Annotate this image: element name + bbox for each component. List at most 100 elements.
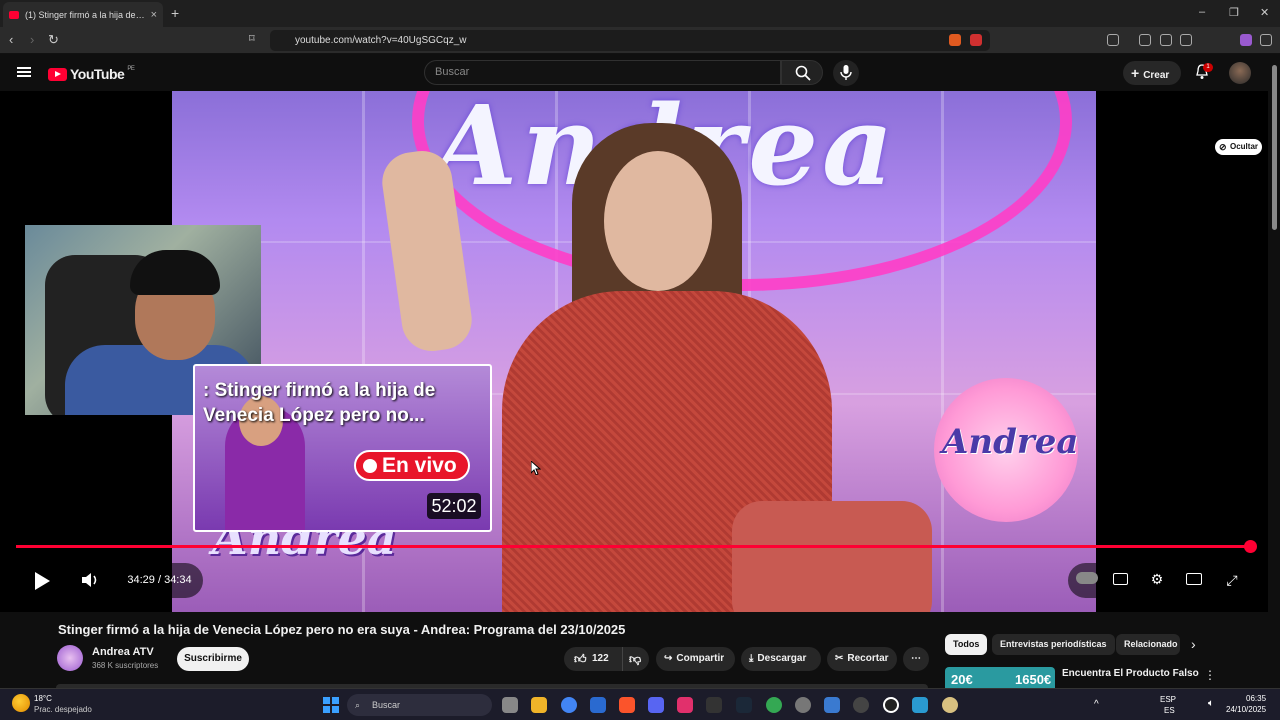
- user-avatar[interactable]: [1229, 62, 1251, 84]
- recommendation-title[interactable]: Encuentra El Producto Falso: [1062, 668, 1199, 679]
- brave-icon[interactable]: [619, 697, 635, 713]
- rewards-icon[interactable]: [970, 34, 982, 46]
- steam-icon[interactable]: [736, 697, 752, 713]
- like-count: 122: [592, 653, 609, 664]
- clip-button[interactable]: ✂ Recortar: [827, 647, 897, 671]
- autoplay-toggle-icon[interactable]: [1076, 572, 1098, 584]
- photos-icon[interactable]: [912, 697, 928, 713]
- volume-tray-icon[interactable]: 🔈︎: [1208, 698, 1214, 709]
- scrollbar-thumb[interactable]: [1272, 65, 1277, 230]
- new-tab-button[interactable]: +: [171, 5, 179, 21]
- download-button[interactable]: ⤓ Descargar: [741, 647, 821, 671]
- live-badge: En vivo: [354, 450, 470, 481]
- back-icon[interactable]: ‹: [9, 32, 13, 47]
- circle-logo-text: Andrea: [942, 422, 1079, 462]
- youtube-play-icon: [48, 67, 67, 81]
- hide-button[interactable]: Ocultar: [1215, 139, 1262, 155]
- extension-icon[interactable]: [1240, 34, 1252, 46]
- bookmark-icon[interactable]: ⌑: [249, 32, 255, 45]
- chip-all[interactable]: Todos: [945, 634, 988, 655]
- search-placeholder: Buscar: [435, 66, 470, 78]
- address-bar[interactable]: youtube.com/watch?v=40UgSGCqz_w: [270, 30, 990, 51]
- play-button[interactable]: [21, 561, 61, 601]
- create-label: Crear: [1143, 70, 1170, 81]
- tab-close-icon[interactable]: ×: [151, 9, 157, 21]
- language-code[interactable]: ESP: [1160, 695, 1176, 704]
- weather-icon[interactable]: [12, 694, 30, 712]
- capcut-icon[interactable]: [706, 697, 722, 713]
- video-frame[interactable]: Andrea Andrea Andrea: [172, 91, 1096, 612]
- youtube-favicon-icon: [9, 10, 19, 19]
- discord-icon[interactable]: [648, 697, 664, 713]
- chips-next-icon[interactable]: ›: [1191, 636, 1196, 652]
- panel-icon[interactable]: [1160, 34, 1172, 46]
- subtitles-icon[interactable]: [1113, 573, 1128, 585]
- theater-mode-icon[interactable]: [1186, 573, 1202, 585]
- rec-price-1: 20€: [951, 672, 973, 687]
- hamburger-menu-icon[interactable]: [17, 67, 31, 77]
- obs-icon[interactable]: [853, 697, 869, 713]
- studio-chair: [732, 501, 932, 612]
- file-explorer-icon[interactable]: [531, 697, 547, 713]
- wallet-icon[interactable]: [1180, 34, 1192, 46]
- restore-button[interactable]: ❐: [1229, 6, 1239, 19]
- youtube-logo[interactable]: YouTube PE: [48, 66, 135, 82]
- volume-button[interactable]: [74, 563, 109, 598]
- chrome-icon[interactable]: [561, 697, 577, 713]
- subscribe-button[interactable]: Suscribirme: [177, 647, 249, 671]
- search-input[interactable]: Buscar: [424, 60, 781, 85]
- reload-icon[interactable]: ↻: [48, 32, 59, 48]
- menu-icon[interactable]: [1260, 34, 1272, 46]
- browser-tab[interactable]: (1) Stinger firmó a la hija de Venecia L…: [3, 2, 163, 27]
- like-dislike-group: 👍︎ 122 👎︎: [564, 647, 649, 671]
- close-window-button[interactable]: ✕: [1260, 6, 1269, 19]
- sidebar-icon[interactable]: [1107, 34, 1119, 46]
- progress-scrubber[interactable]: [1243, 540, 1257, 553]
- volume-icon: [82, 573, 97, 587]
- dislike-button[interactable]: 👎︎: [622, 647, 646, 671]
- share-button[interactable]: ↪ Compartir: [656, 647, 735, 671]
- music-icon[interactable]: [1139, 34, 1151, 46]
- app-icon-1[interactable]: [590, 697, 606, 713]
- recommendation-menu-icon[interactable]: ⋮: [1204, 668, 1216, 682]
- streamer-hair: [130, 250, 220, 295]
- tray-chevron-icon[interactable]: ^: [1094, 699, 1099, 710]
- notepad-icon[interactable]: [824, 697, 840, 713]
- download-label: Descargar: [757, 653, 807, 664]
- share-label: Compartir: [676, 653, 725, 664]
- fullscreen-icon[interactable]: ⤢: [1224, 572, 1240, 588]
- search-button[interactable]: [781, 60, 823, 85]
- plus-icon: +: [1131, 65, 1140, 81]
- scissors-icon: ✂: [835, 653, 844, 664]
- app-icon-2[interactable]: [883, 697, 899, 713]
- thumbs-up-icon: 👍︎: [574, 652, 587, 666]
- channel-avatar[interactable]: [57, 645, 83, 671]
- tab-title: (1) Stinger firmó a la hija de Venecia L…: [25, 9, 145, 20]
- forward-icon[interactable]: ›: [30, 32, 34, 47]
- settings-gear-icon[interactable]: ⚙: [1149, 571, 1165, 587]
- keyboard-layout[interactable]: ES: [1164, 706, 1175, 715]
- brave-shield-icon[interactable]: [949, 34, 961, 46]
- windows-start-icon[interactable]: [323, 697, 339, 713]
- app-icon-3[interactable]: [942, 697, 958, 713]
- channel-name[interactable]: Andrea ATV: [92, 646, 154, 658]
- clock-time[interactable]: 06:35: [1246, 694, 1266, 703]
- taskbar-search-icon: ⌕: [355, 700, 361, 710]
- minimize-button[interactable]: –: [1199, 6, 1205, 18]
- microphone-icon: [840, 65, 852, 80]
- task-view-icon[interactable]: [502, 697, 518, 713]
- chip-interviews[interactable]: Entrevistas periodísticas: [992, 634, 1115, 655]
- chrome-profile-icon[interactable]: [766, 697, 782, 713]
- andrea-circle-logo: Andrea: [934, 378, 1078, 522]
- clock-date[interactable]: 24/10/2025: [1226, 705, 1266, 714]
- end-screen-preview-card[interactable]: : Stinger firmó a la hija de Venecia Lóp…: [193, 364, 492, 532]
- progress-bar[interactable]: [16, 545, 1250, 548]
- chrome-profile-2-icon[interactable]: [795, 697, 811, 713]
- create-button[interactable]: + Crear: [1123, 61, 1181, 85]
- more-actions-button[interactable]: ⋯: [903, 647, 929, 671]
- voice-search-button[interactable]: [833, 60, 859, 86]
- taskbar-search[interactable]: ⌕ Buscar: [347, 694, 492, 716]
- instagram-icon[interactable]: [677, 697, 693, 713]
- chip-related[interactable]: Relacionado: [1116, 634, 1180, 655]
- like-button[interactable]: 👍︎ 122: [570, 647, 614, 671]
